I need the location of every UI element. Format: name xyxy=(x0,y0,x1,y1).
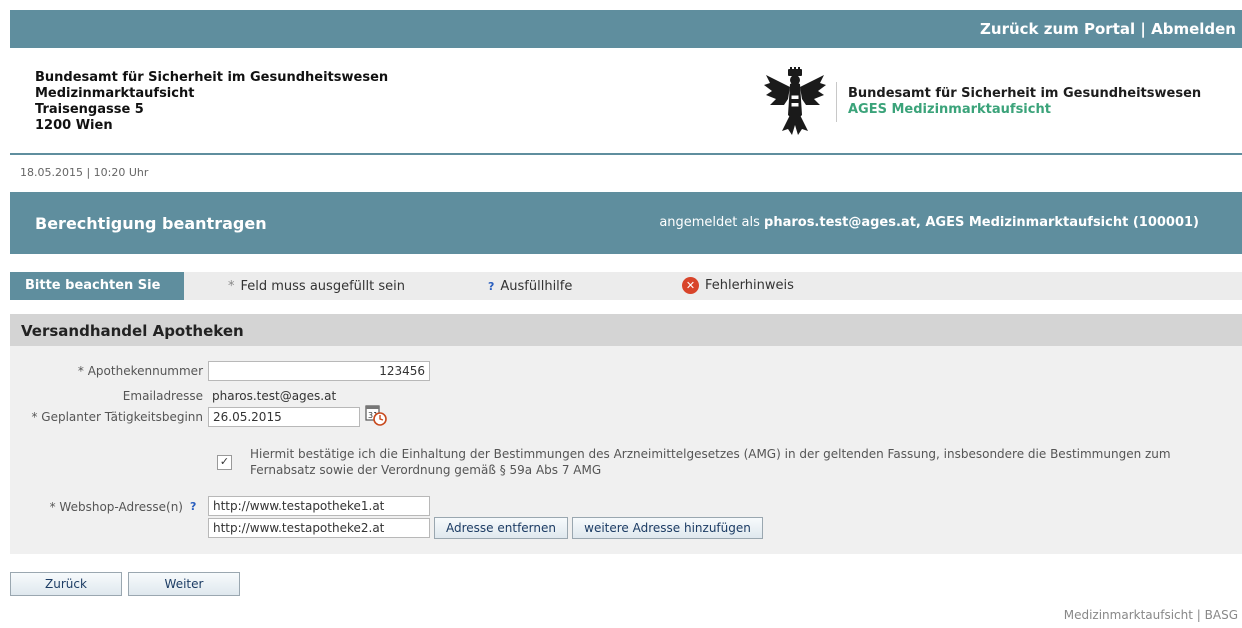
title-bar: Berechtigung beantragen angemeldet als p… xyxy=(10,192,1242,254)
agency-name: Bundesamt für Sicherheit im Gesundheitsw… xyxy=(848,86,1202,101)
remove-address-button[interactable]: Adresse entfernen xyxy=(434,517,568,539)
confirm-checkbox[interactable]: ✓ xyxy=(217,455,232,470)
footer-text: Medizinmarktaufsicht | BASG xyxy=(1063,608,1238,622)
help-text: Ausfüllhilfe xyxy=(500,279,573,294)
top-links-separator: | xyxy=(1140,20,1146,38)
required-text: Feld muss ausgefüllt sein xyxy=(240,279,405,294)
back-to-portal-link[interactable]: Zurück zum Portal xyxy=(980,20,1135,38)
address-line-2: Medizinmarktaufsicht xyxy=(35,86,195,101)
email-value: pharos.test@ages.at xyxy=(212,389,337,403)
section-header: Versandhandel Apotheken xyxy=(10,314,1242,346)
top-bar: Zurück zum Portal | Abmelden xyxy=(10,10,1242,48)
confirm-text: Hiermit bestätige ich die Einhaltung der… xyxy=(250,447,1171,477)
webshop-address-input-1[interactable] xyxy=(208,496,430,516)
start-date-label: * Geplanter Tätigkeitsbeginn xyxy=(31,410,203,424)
austrian-eagle-icon xyxy=(764,67,826,135)
calendar-icon[interactable]: 31 xyxy=(365,404,387,426)
email-label: Emailadresse xyxy=(122,389,203,403)
notice-bar: Bitte beachten Sie * Feld muss ausgefüllt… xyxy=(10,272,1242,300)
logged-in-user: pharos.test@ages.at, AGES Medizinmarktau… xyxy=(764,215,1199,230)
pharmacy-number-label: * Apothekennummer xyxy=(77,364,203,378)
header: Bundesamt für Sicherheit im Gesundheitsw… xyxy=(10,50,1242,155)
webshop-address-input-2[interactable] xyxy=(208,518,430,538)
webshop-label: * Webshop-Adresse(n) xyxy=(49,500,183,514)
error-icon: ✕ xyxy=(682,277,699,294)
help-icon: ? xyxy=(488,280,495,293)
agency-subname: AGES Medizinmarktaufsicht xyxy=(848,102,1051,117)
logout-link[interactable]: Abmelden xyxy=(1151,20,1236,38)
agency-block: Bundesamt für Sicherheit im Gesundheitsw… xyxy=(848,86,1201,118)
address-line-3: Traisengasse 5 xyxy=(35,102,144,117)
address-block: Bundesamt für Sicherheit im Gesundheitsw… xyxy=(35,70,388,134)
required-hint: * Feld muss ausgefüllt sein xyxy=(228,279,405,294)
logged-in-info: angemeldet als pharos.test@ages.at, AGES… xyxy=(659,215,1199,230)
address-line-4: 1200 Wien xyxy=(35,118,113,133)
header-divider xyxy=(836,82,837,122)
date-time: 18.05.2015 | 10:20 Uhr xyxy=(20,166,149,179)
address-line-1: Bundesamt für Sicherheit im Gesundheitsw… xyxy=(35,70,389,85)
required-star: * xyxy=(228,279,235,294)
next-button[interactable]: Weiter xyxy=(128,572,240,596)
logged-in-prefix: angemeldet als xyxy=(659,215,760,230)
error-text: Fehlerhinweis xyxy=(705,278,794,293)
help-hint: ? Ausfüllhilfe xyxy=(488,279,572,294)
pharmacy-number-input[interactable] xyxy=(208,361,430,381)
section-title: Versandhandel Apotheken xyxy=(21,322,244,340)
error-hint: ✕ Fehlerhinweis xyxy=(682,277,794,294)
webshop-help-icon[interactable]: ? xyxy=(190,500,196,513)
page-title: Berechtigung beantragen xyxy=(35,214,267,233)
start-date-input[interactable] xyxy=(208,407,360,427)
back-button[interactable]: Zurück xyxy=(10,572,122,596)
add-address-button[interactable]: weitere Adresse hinzufügen xyxy=(572,517,763,539)
notice-label: Bitte beachten Sie xyxy=(10,272,184,300)
top-links: Zurück zum Portal | Abmelden xyxy=(980,20,1236,38)
